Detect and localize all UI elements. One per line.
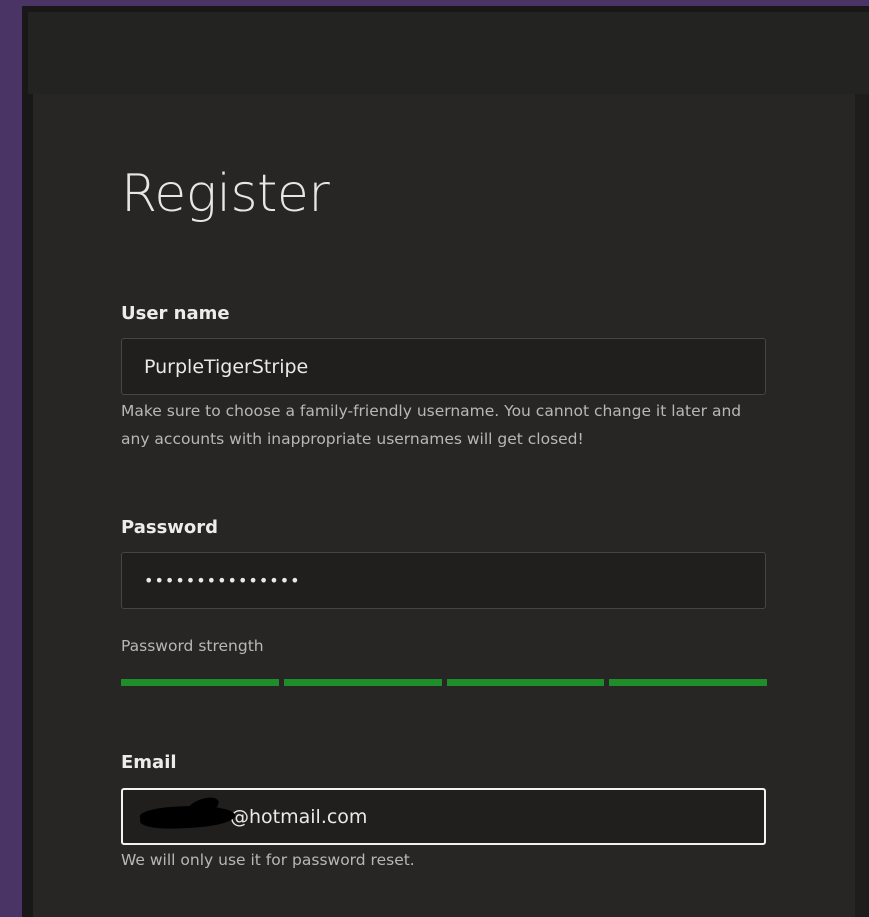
password-strength-label: Password strength (121, 637, 264, 655)
password-input[interactable] (121, 552, 766, 609)
strength-segment (283, 679, 442, 686)
password-strength-meter (121, 679, 767, 686)
page-title: Register (121, 164, 330, 224)
strength-segment (121, 679, 279, 686)
strength-segment (446, 679, 605, 686)
password-label: Password (121, 517, 219, 538)
username-help-text: Make sure to choose a family-friendly us… (121, 402, 742, 448)
email-label: Email (121, 752, 177, 773)
strength-segment (609, 679, 767, 686)
panel-gutter (855, 94, 869, 917)
username-label: User name (121, 303, 230, 324)
top-bar (28, 12, 869, 94)
username-input[interactable] (121, 338, 766, 395)
email-help-text: We will only use it for password reset. (121, 851, 415, 869)
